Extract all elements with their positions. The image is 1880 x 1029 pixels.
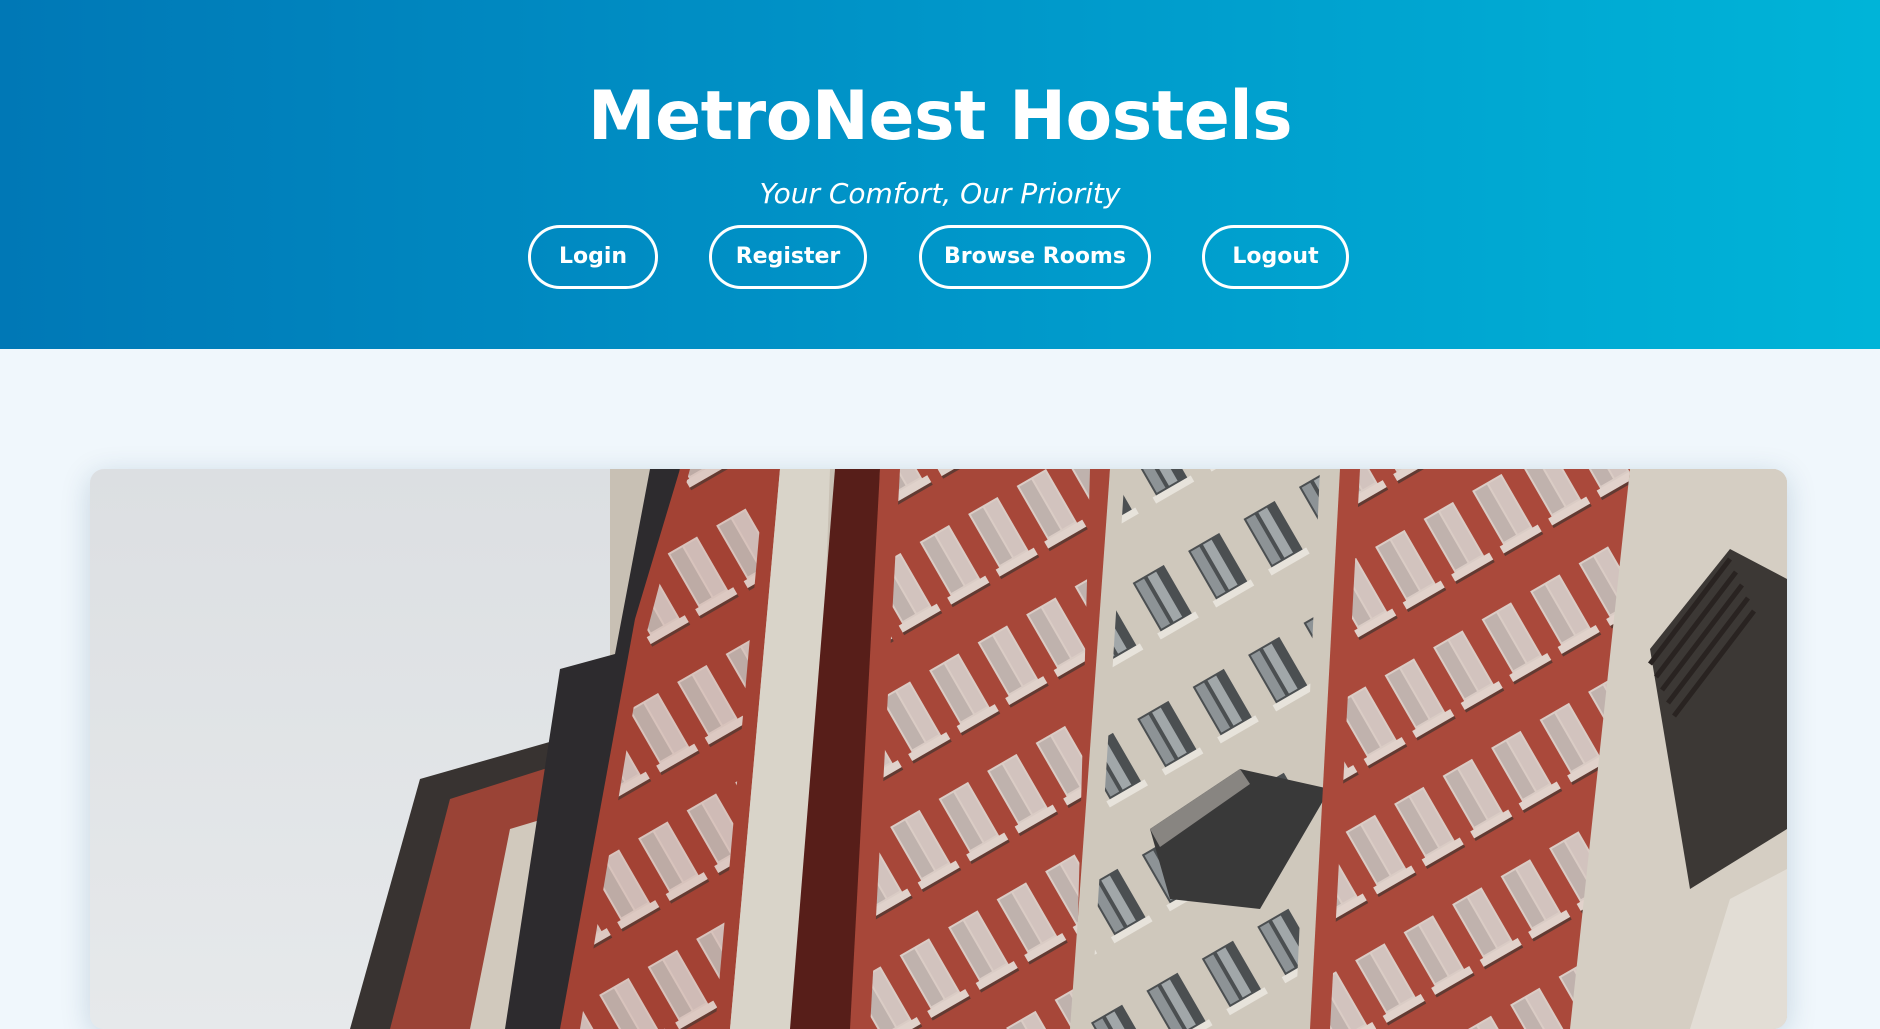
login-button[interactable]: Login bbox=[528, 225, 658, 289]
brand-title: MetroNest Hostels bbox=[587, 77, 1293, 156]
logout-button[interactable]: Logout bbox=[1202, 225, 1349, 289]
hostel-building-photo bbox=[90, 469, 1787, 1029]
hero-image-card bbox=[90, 469, 1787, 1029]
site-header: MetroNest Hostels Your Comfort, Our Prio… bbox=[0, 0, 1880, 349]
browse-rooms-button[interactable]: Browse Rooms bbox=[919, 225, 1151, 289]
brand-tagline: Your Comfort, Our Priority bbox=[759, 177, 1121, 210]
register-button[interactable]: Register bbox=[709, 225, 867, 289]
